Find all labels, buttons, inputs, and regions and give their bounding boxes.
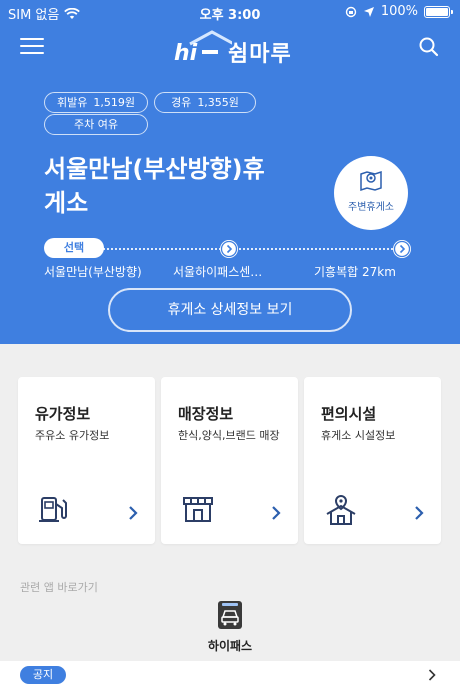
battery-icon [424, 5, 453, 18]
battery-percent: 100% [380, 4, 418, 19]
notice-bar[interactable]: 공지 [0, 661, 460, 690]
diesel-price: 1,355원 [197, 96, 239, 109]
card-title: 매장정보 [178, 405, 234, 423]
chevron-right-icon [428, 669, 436, 681]
chevron-right-icon [272, 506, 281, 520]
hamburger-icon[interactable] [20, 38, 44, 56]
hipass-app-label[interactable]: 하이패스 [0, 637, 460, 654]
chevron-right-icon [415, 506, 424, 520]
svg-text:hi: hi [174, 41, 198, 66]
fuel-pump-icon [39, 497, 67, 522]
route-stop-2-label[interactable]: 서울하이패스센… [173, 263, 262, 280]
search-icon[interactable] [418, 36, 440, 58]
card-desc: 한식,양식,브랜드 매장 [178, 429, 280, 442]
route-stop-2-button[interactable] [220, 240, 238, 258]
chevron-right-icon [129, 506, 138, 520]
rest-area-name-line1: 서울만남(부산방향)휴 [44, 155, 265, 183]
card-fuel-info[interactable]: 유가정보 주유소 유가정보 [18, 377, 155, 544]
gasoline-label: 휘발유 [57, 96, 88, 109]
parking-status-pill: 주차 여유 [44, 114, 148, 135]
route-stop-3-label[interactable]: 기흥복합 27km [314, 263, 396, 280]
card-store-info[interactable]: 매장정보 한식,양식,브랜드 매장 [161, 377, 298, 544]
route-stop-1-label: 서울만남(부산방향) [44, 265, 142, 279]
status-bar: SIM 없음 오후 3:00 100% [0, 0, 460, 24]
rest-area-name-line2: 게소 [44, 189, 89, 217]
card-facilities[interactable]: 편의시설 휴게소 시설정보 [304, 377, 441, 544]
chevron-right-icon [220, 240, 238, 258]
chevron-right-icon [393, 240, 411, 258]
related-apps-title: 관련 앱 바로가기 [20, 581, 98, 594]
hi-logo-mark: hi [174, 30, 235, 66]
orientation-lock-icon [345, 6, 357, 17]
route-line [96, 248, 400, 250]
card-title: 유가정보 [35, 405, 91, 423]
gasoline-price-pill: 휘발유 1,519원 [44, 92, 148, 113]
app-logo: hi 쉼마루 [172, 30, 292, 67]
parking-status: 주차 여유 [74, 118, 118, 131]
hero-panel: SIM 없음 오후 3:00 100% hi 쉼마루 휘발유 1,519원 경유… [0, 0, 460, 344]
diesel-price-pill: 경유 1,355원 [154, 92, 256, 113]
nearby-button-label: 주변휴게소 [348, 202, 394, 213]
notice-badge: 공지 [20, 666, 66, 684]
map-pin-icon [360, 170, 382, 192]
card-desc: 휴게소 시설정보 [321, 429, 396, 442]
hipass-car-icon[interactable] [215, 600, 245, 630]
card-desc: 주유소 유가정보 [35, 429, 110, 442]
store-icon [183, 497, 213, 522]
logo-text: 쉼마루 [228, 42, 292, 67]
status-right: 100% [345, 4, 453, 19]
location-home-icon [326, 494, 356, 525]
nearby-rest-area-button[interactable]: 주변휴게소 [334, 156, 408, 230]
rest-area-name: 서울만남(부산방향)휴 게소 [44, 152, 324, 220]
location-arrow-icon [363, 6, 374, 17]
card-title: 편의시설 [321, 405, 377, 423]
selected-chip[interactable]: 선택 [44, 238, 104, 258]
gasoline-price: 1,519원 [93, 96, 135, 109]
top-nav: hi 쉼마루 [0, 28, 460, 68]
rest-area-detail-button[interactable]: 휴게소 상세정보 보기 [108, 288, 352, 332]
diesel-label: 경유 [171, 96, 192, 109]
route-stop-3-button[interactable] [393, 240, 411, 258]
